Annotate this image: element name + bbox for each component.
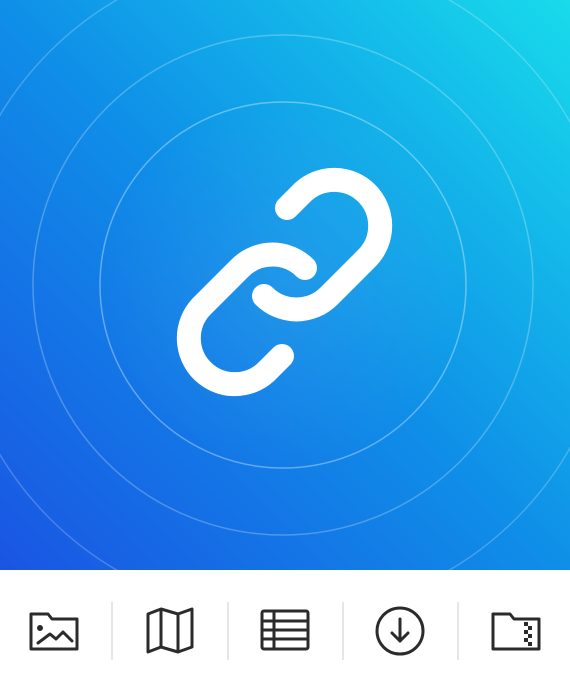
toolbar-separator — [227, 602, 229, 660]
hero-artwork — [0, 0, 570, 570]
ring-inner — [99, 101, 467, 469]
page — [0, 0, 570, 686]
download-button[interactable] — [370, 600, 430, 660]
table-button[interactable] — [255, 600, 315, 660]
toolbar-separator — [457, 602, 459, 660]
toolbar-separator — [342, 602, 344, 660]
download-icon — [375, 606, 425, 656]
image-folder-button[interactable] — [24, 600, 84, 660]
hero-banner — [0, 0, 570, 570]
table-icon — [260, 609, 310, 651]
map-icon — [146, 607, 194, 654]
zip-folder-icon — [491, 612, 541, 651]
map-button[interactable] — [140, 600, 200, 660]
zip-folder-button[interactable] — [486, 600, 546, 660]
image-folder-icon — [29, 612, 79, 651]
toolbar-separator — [111, 602, 113, 660]
toolbar — [0, 570, 570, 686]
